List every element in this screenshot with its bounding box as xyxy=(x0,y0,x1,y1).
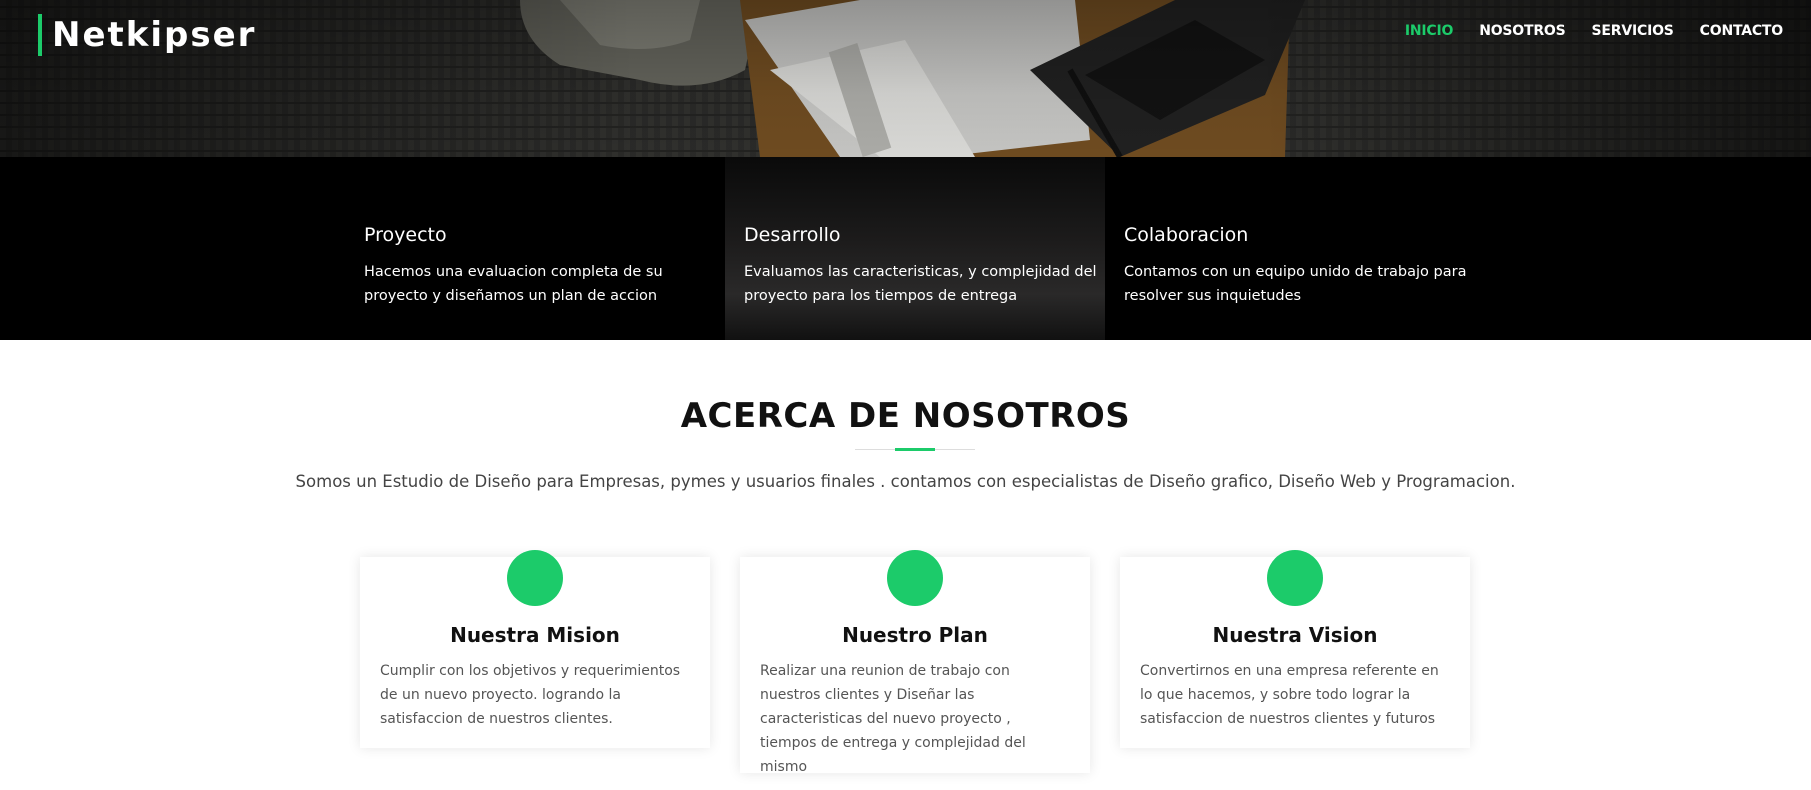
feature-desarrollo: Desarrollo Evaluamos las caracteristicas… xyxy=(725,157,1105,340)
card-text: Realizar una reunion de trabajo con nues… xyxy=(760,663,1026,775)
main-nav: INICIO NOSOTROS SERVICIOS CONTACTO xyxy=(1405,20,1783,42)
card-circle-icon xyxy=(507,550,563,606)
feature-title: Colaboracion xyxy=(1124,224,1249,246)
nav-item-contacto[interactable]: CONTACTO xyxy=(1700,20,1784,42)
hero-banner: Netkipser INICIO NOSOTROS SERVICIOS CONT… xyxy=(0,0,1811,157)
feature-colaboracion: Colaboracion Contamos con un equipo unid… xyxy=(1124,157,1504,340)
card-circle-icon xyxy=(1267,550,1323,606)
nav-item-nosotros[interactable]: NOSOTROS xyxy=(1479,20,1566,42)
about-title: ACERCA DE NOSOTROS xyxy=(680,396,1131,436)
features-strip: Proyecto Hacemos una evaluacion completa… xyxy=(0,157,1811,340)
card-vision: Nuestra Vision Convertirnos en una empre… xyxy=(1120,550,1470,748)
card-title: Nuestro Plan xyxy=(842,623,988,647)
card-plan: Nuestro Plan Realizar una reunion de tra… xyxy=(740,550,1090,775)
nav-item-inicio[interactable]: INICIO xyxy=(1405,20,1454,42)
card-mision: Nuestra Mision Cumplir con los objetivos… xyxy=(360,550,710,748)
feature-text: Evaluamos las caracteristicas, y complej… xyxy=(744,264,1097,304)
nav-item-servicios[interactable]: SERVICIOS xyxy=(1592,20,1674,42)
site-logo[interactable]: Netkipser xyxy=(38,14,256,56)
feature-text: Hacemos una evaluacion completa de su pr… xyxy=(364,264,663,304)
feature-proyecto: Proyecto Hacemos una evaluacion completa… xyxy=(364,157,744,340)
card-circle-icon xyxy=(887,550,943,606)
about-description: Somos un Estudio de Diseño para Empresas… xyxy=(295,472,1516,491)
card-text: Convertirnos en una empresa referente en… xyxy=(1140,663,1439,727)
card-title: Nuestra Mision xyxy=(450,623,620,647)
title-divider-accent xyxy=(895,448,935,451)
card-text: Cumplir con los objetivos y requerimient… xyxy=(380,663,681,727)
feature-title: Proyecto xyxy=(364,224,447,246)
card-title: Nuestra Vision xyxy=(1212,623,1378,647)
feature-title: Desarrollo xyxy=(744,224,841,246)
feature-text: Contamos con un equipo unido de trabajo … xyxy=(1124,264,1467,304)
